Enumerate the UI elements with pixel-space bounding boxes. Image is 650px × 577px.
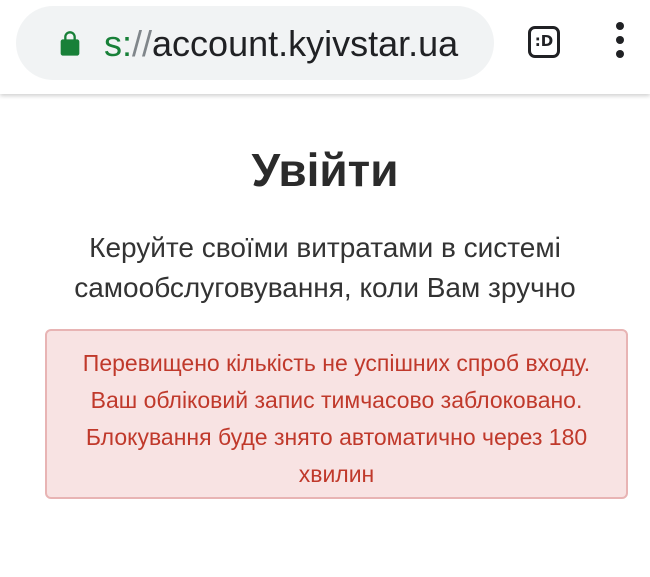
url-host: account.kyivstar.ua bbox=[152, 23, 459, 64]
address-bar[interactable]: s://account.kyivstar.ua bbox=[16, 6, 494, 80]
browser-toolbar: s://account.kyivstar.ua :D bbox=[0, 0, 650, 94]
menu-dot bbox=[616, 36, 624, 44]
url-scheme: s: bbox=[104, 23, 133, 64]
error-alert: Перевищено кількість не успішних спроб в… bbox=[45, 329, 628, 499]
lock-icon[interactable] bbox=[56, 30, 84, 58]
more-vert-icon[interactable] bbox=[610, 22, 630, 64]
page-title: Увійти bbox=[251, 144, 399, 196]
menu-dot bbox=[616, 50, 624, 58]
menu-dot bbox=[616, 22, 624, 30]
url-separator: // bbox=[132, 23, 153, 64]
page-subtitle: Керуйте своїми витратами в системі самоо… bbox=[74, 232, 576, 303]
tab-switcher-button[interactable]: :D bbox=[528, 26, 560, 58]
url-text[interactable]: s://account.kyivstar.ua bbox=[104, 24, 458, 64]
